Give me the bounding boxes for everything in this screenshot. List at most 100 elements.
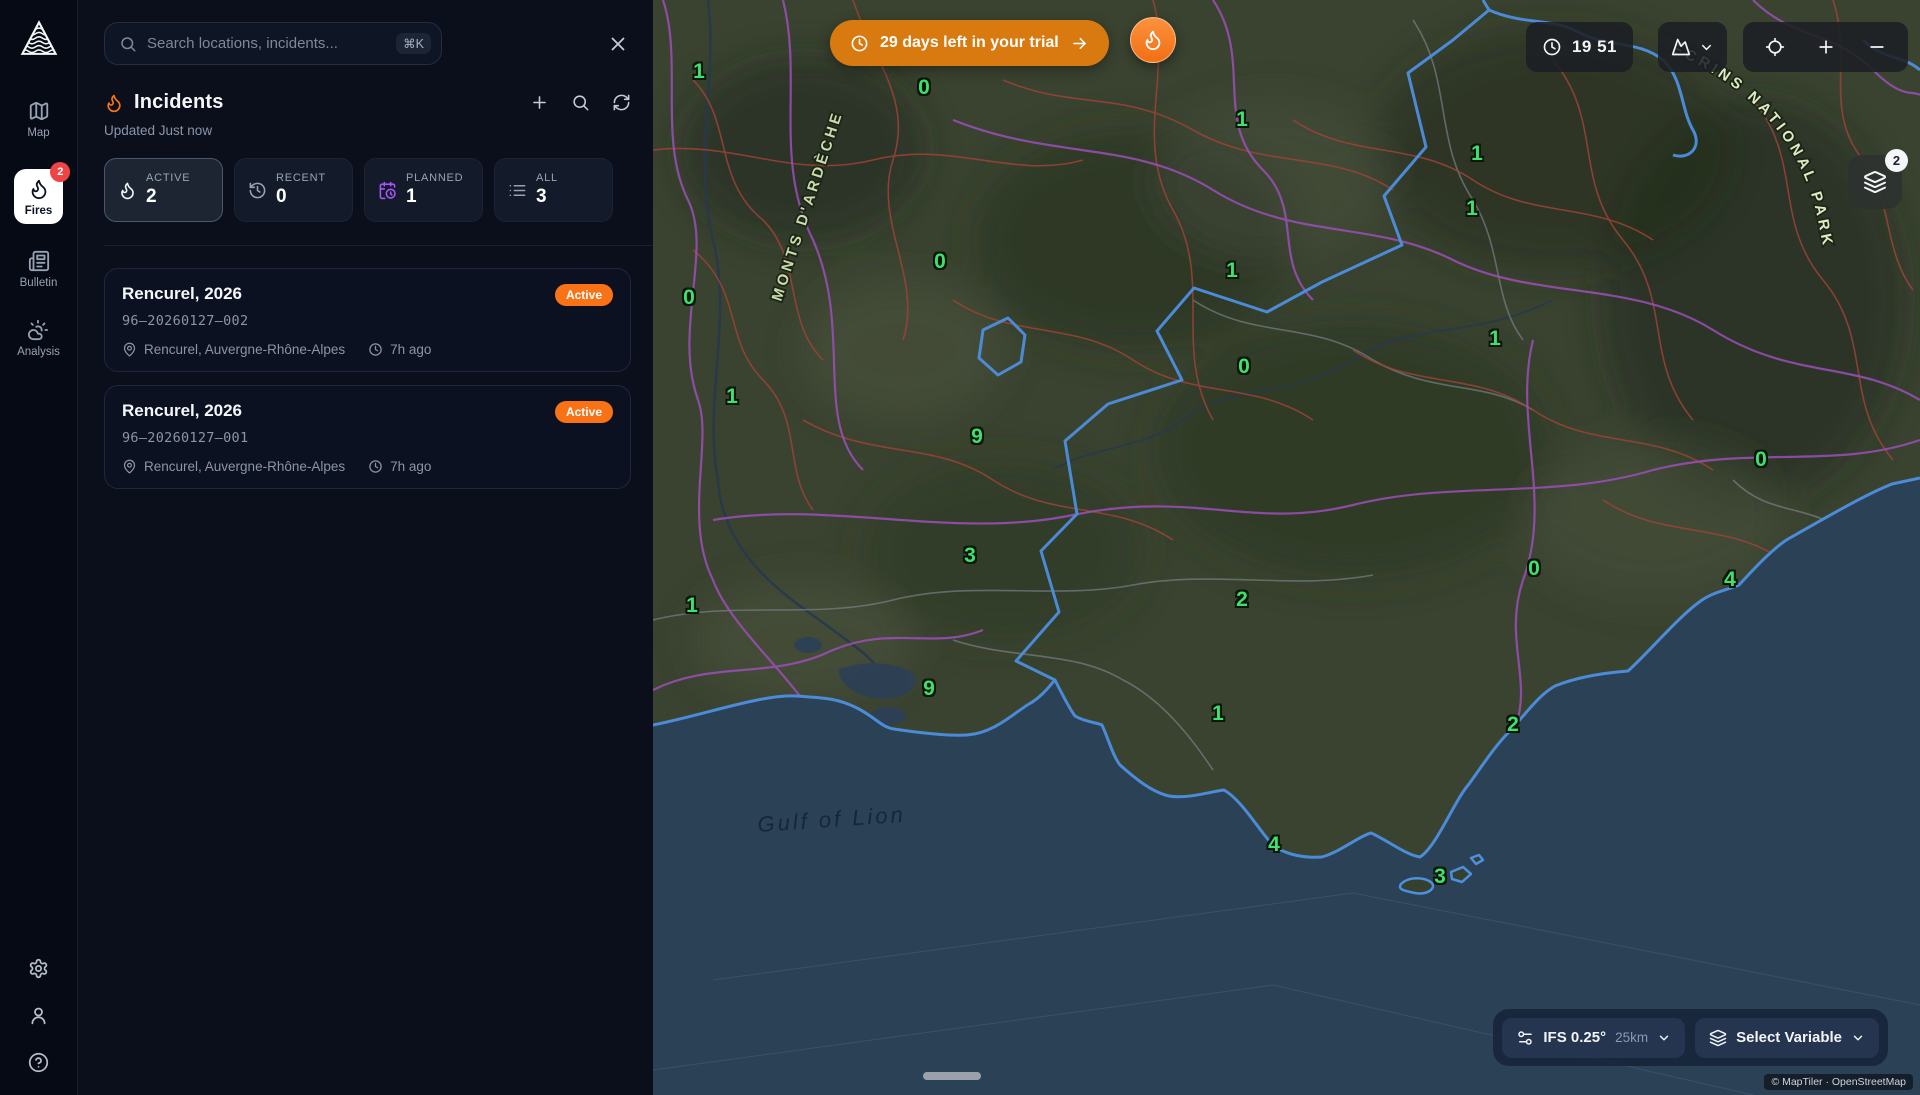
cluster-marker[interactable]: 2 [1236, 588, 1248, 612]
layers-icon [1709, 1029, 1727, 1047]
incident-location: Rencurel, Auvergne-Rhône-Alpes [144, 342, 345, 357]
zoom-in-button[interactable] [1800, 22, 1851, 72]
map-icon [28, 100, 50, 122]
cluster-marker[interactable]: 3 [1434, 865, 1446, 889]
chevron-down-icon [1699, 40, 1714, 55]
trial-banner-text: 29 days left in your trial [880, 34, 1059, 52]
cluster-marker[interactable]: 2 [1507, 713, 1519, 737]
incident-card[interactable]: Rencurel, 2026 Active 96–20260127–002 Re… [104, 268, 631, 372]
forecast-controls-panel: IFS 0.25° 25km Select Variable [1493, 1009, 1888, 1066]
cluster-marker[interactable]: 0 [934, 250, 946, 274]
cluster-marker[interactable]: 4 [1268, 833, 1280, 857]
cluster-marker[interactable]: 0 [1528, 557, 1540, 581]
layers-icon [1863, 170, 1887, 194]
header-actions [530, 93, 631, 112]
sidebar-item-label: Fires [25, 205, 53, 217]
incident-list: Rencurel, 2026 Active 96–20260127–002 Re… [104, 268, 631, 489]
search-box[interactable]: ⌘K [104, 22, 442, 65]
cluster-marker[interactable]: 0 [683, 286, 695, 310]
tab-label: PLANNED [406, 172, 463, 184]
sidebar-item-label: Bulletin [20, 277, 58, 289]
clock-icon [1542, 37, 1562, 57]
basemap: MONTS D'ARDÈCHE ÉCRINS NATIONAL PARK Gul… [653, 0, 1920, 1095]
last-updated-text: Updated Just now [104, 123, 631, 138]
tab-planned[interactable]: PLANNED 1 [364, 158, 483, 222]
icon-sidebar: Map 2 Fires Bulletin Analysis [0, 0, 78, 1095]
map-attribution[interactable]: © MapTiler · OpenStreetMap [1764, 1074, 1913, 1090]
cluster-marker[interactable]: 1 [1226, 259, 1238, 283]
cluster-marker[interactable]: 3 [964, 544, 976, 568]
search-input[interactable] [147, 35, 386, 52]
cluster-marker[interactable]: 9 [971, 425, 983, 449]
sidebar-item-bulletin[interactable]: Bulletin [20, 250, 58, 289]
terrain-style-dropdown[interactable] [1658, 22, 1727, 72]
refresh-icon[interactable] [612, 93, 631, 112]
flame-icon [104, 93, 124, 113]
zoom-out-button[interactable] [1851, 22, 1902, 72]
tab-recent[interactable]: RECENT0 [234, 158, 353, 222]
tab-active[interactable]: ACTIVE 2 [104, 158, 223, 222]
sidebar-item-label: Map [27, 127, 49, 139]
cluster-marker[interactable]: 1 [1489, 327, 1501, 351]
cloud-sun-icon [27, 319, 49, 341]
model-resolution: 25km [1615, 1030, 1648, 1045]
sliders-icon [1516, 1029, 1534, 1047]
app-window: Map 2 Fires Bulletin Analysis ⌘ [0, 0, 1920, 1095]
map-pin-icon [122, 459, 137, 474]
cluster-marker[interactable]: 4 [1724, 568, 1736, 592]
user-icon[interactable] [28, 1005, 49, 1026]
history-icon [248, 181, 267, 200]
tab-label: RECENT [276, 172, 326, 184]
cluster-marker[interactable]: 0 [1755, 448, 1767, 472]
plus-icon [1816, 37, 1836, 57]
help-icon[interactable] [28, 1052, 49, 1073]
close-icon[interactable] [607, 33, 629, 55]
incident-time: 7h ago [390, 459, 431, 474]
incident-card[interactable]: Rencurel, 2026 Active 96–20260127–001 Re… [104, 385, 631, 489]
tab-label: ACTIVE [146, 172, 190, 184]
app-logo-icon[interactable] [18, 18, 60, 58]
layers-button[interactable]: 2 [1848, 155, 1902, 209]
cluster-marker[interactable]: 1 [1236, 108, 1248, 132]
cluster-marker[interactable]: 1 [686, 594, 698, 618]
tab-all[interactable]: ALL3 [494, 158, 613, 222]
list-icon [508, 181, 527, 200]
search-incidents-icon[interactable] [571, 93, 590, 112]
tab-count: 1 [406, 186, 463, 208]
map-pin-icon [122, 342, 137, 357]
incident-location: Rencurel, Auvergne-Rhône-Alpes [144, 459, 345, 474]
tab-count: 2 [146, 186, 190, 208]
panel-header: Incidents [104, 91, 631, 114]
cluster-marker[interactable]: 1 [1471, 142, 1483, 166]
cluster-marker[interactable]: 0 [1238, 355, 1250, 379]
trial-banner[interactable]: 29 days left in your trial [830, 20, 1109, 66]
cluster-marker[interactable]: 0 [918, 76, 930, 100]
sidebar-item-analysis[interactable]: Analysis [17, 319, 60, 358]
model-select-button[interactable]: IFS 0.25° 25km [1502, 1018, 1685, 1058]
sidebar-item-label: Analysis [17, 346, 60, 358]
cluster-marker[interactable]: 1 [1466, 197, 1478, 221]
incident-time: 7h ago [390, 342, 431, 357]
newspaper-icon [28, 250, 50, 272]
minus-icon [1867, 37, 1887, 57]
cluster-marker[interactable]: 1 [1212, 702, 1224, 726]
arrow-right-icon [1070, 34, 1089, 53]
cluster-marker[interactable]: 1 [726, 385, 738, 409]
bottom-sheet-handle[interactable] [923, 1072, 981, 1080]
map-canvas[interactable]: MONTS D'ARDÈCHE ÉCRINS NATIONAL PARK Gul… [653, 0, 1920, 1095]
add-incident-icon[interactable] [530, 93, 549, 112]
fires-notification-badge: 2 [50, 162, 70, 182]
locate-button[interactable] [1749, 22, 1800, 72]
fire-incident-marker[interactable] [1130, 17, 1176, 63]
variable-select-button[interactable]: Select Variable [1695, 1018, 1879, 1058]
map-time-display[interactable]: 19 51 [1526, 22, 1633, 72]
map-time-value: 19 51 [1572, 37, 1617, 57]
sidebar-item-map[interactable]: Map [27, 100, 49, 139]
sidebar-item-fires[interactable]: 2 Fires [14, 169, 64, 224]
incident-filter-tabs: ACTIVE 2 RECENT0 PLANNED 1 ALL3 [104, 158, 653, 246]
locate-icon [1765, 37, 1785, 57]
cluster-marker[interactable]: 1 [693, 60, 705, 84]
settings-gear-icon[interactable] [28, 958, 49, 979]
cluster-marker[interactable]: 9 [923, 677, 935, 701]
incident-title: Rencurel, 2026 [122, 284, 242, 304]
